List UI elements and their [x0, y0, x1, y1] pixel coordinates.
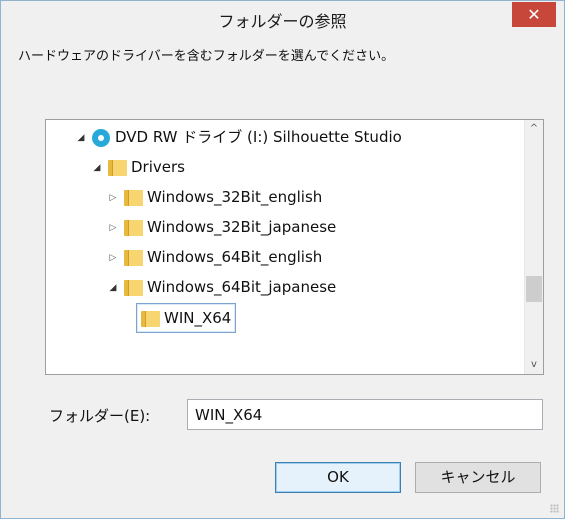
folder-icon	[108, 159, 127, 176]
tree-item-label: Windows_32Bit_english	[147, 188, 323, 206]
folder-tree[interactable]: ◢ DVD RW ドライブ (I:) Silhouette Studio ◢ Dri…	[45, 119, 544, 375]
tree-item-label: Windows_64Bit_japanese	[147, 278, 337, 296]
folder-icon	[124, 249, 143, 266]
tree-item-windows-32bit-japanese[interactable]: ▷ Windows_32Bit_japanese	[106, 212, 337, 243]
tree-item-dvd-drive[interactable]: ◢ DVD RW ドライブ (I:) Silhouette Studio	[74, 122, 402, 152]
close-icon: ✕	[527, 5, 541, 24]
resize-grip-icon[interactable]	[550, 504, 559, 513]
tree-item-label: Drivers	[131, 158, 185, 176]
collapse-arrow-icon[interactable]: ▷	[106, 243, 120, 273]
tree-item-drivers[interactable]: ◢ Drivers	[90, 152, 185, 182]
instruction-text: ハードウェアのドライバーを含むフォルダーを選んでください。	[18, 49, 395, 64]
folder-input[interactable]	[187, 399, 543, 430]
tree-scrollbar[interactable]: ^ v	[524, 120, 543, 374]
title-bar[interactable]: フォルダーの参照 ✕	[1, 1, 564, 37]
ok-button[interactable]: OK	[275, 462, 401, 493]
dialog-title: フォルダーの参照	[218, 12, 347, 31]
expand-arrow-icon[interactable]: ◢	[90, 153, 104, 183]
expand-arrow-icon[interactable]: ◢	[106, 273, 120, 303]
collapse-arrow-icon[interactable]: ▷	[106, 213, 120, 243]
close-button[interactable]: ✕	[512, 2, 556, 27]
folder-icon	[124, 189, 143, 206]
expand-arrow-icon[interactable]: ◢	[74, 123, 88, 153]
scrollbar-thumb[interactable]	[526, 276, 542, 302]
folder-icon	[124, 279, 143, 296]
tree-item-win-x64[interactable]: WIN_X64	[136, 303, 237, 333]
tree-item-windows-64bit-english[interactable]: ▷ Windows_64Bit_english	[106, 242, 323, 273]
tree-item-label: WIN_X64	[164, 309, 232, 327]
tree-item-label: DVD RW ドライブ (I:) Silhouette Studio	[115, 128, 402, 146]
tree-item-windows-64bit-japanese[interactable]: ◢ Windows_64Bit_japanese	[106, 272, 337, 303]
collapse-arrow-icon[interactable]: ▷	[106, 183, 120, 213]
tree-item-label: Windows_64Bit_english	[147, 248, 323, 266]
folder-icon	[141, 310, 160, 327]
tree-item-label: Windows_32Bit_japanese	[147, 218, 337, 236]
folder-browse-dialog: フォルダーの参照 ✕ ハードウェアのドライバーを含むフォルダーを選んでください。…	[0, 0, 565, 519]
scroll-down-icon[interactable]: v	[525, 356, 543, 374]
folder-icon	[124, 219, 143, 236]
folder-field-label: フォルダー(E):	[49, 407, 151, 425]
disc-icon	[92, 128, 110, 147]
scroll-up-icon[interactable]: ^	[525, 120, 543, 138]
cancel-button[interactable]: キャンセル	[415, 462, 541, 493]
tree-item-windows-32bit-english[interactable]: ▷ Windows_32Bit_english	[106, 182, 323, 213]
